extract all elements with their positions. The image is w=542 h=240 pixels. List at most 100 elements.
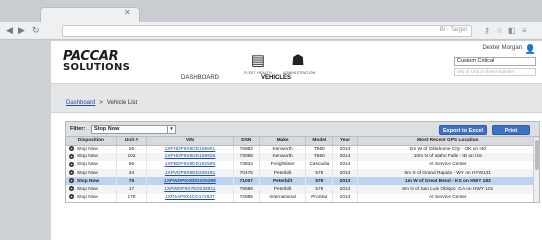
year-cell: 2013	[332, 169, 358, 178]
vin-link[interactable]: 1XPWDP9X7ED236811	[146, 185, 234, 194]
col-header-disposition[interactable]: Disposition	[66, 137, 117, 146]
location-cell: 10m N of Idaho Falls - ID on I15	[357, 153, 540, 162]
make-cell: Freightliner	[259, 161, 307, 170]
logo-line-2: SOLUTIONS	[63, 62, 131, 74]
col-header-vin[interactable]: VIN	[146, 137, 234, 146]
model-cell: ProStar	[305, 193, 334, 202]
col-header-year[interactable]: Year	[332, 137, 358, 146]
vin-link[interactable]: 1XPVDP9X8ED228192	[146, 169, 234, 178]
location-cell: 2m W of Oklahome City - OK on I40	[357, 145, 540, 154]
year-cell: 2013	[332, 177, 358, 186]
forward-arrow-icon[interactable]: ▶	[18, 25, 25, 36]
export-to-excel-button[interactable]: Export to Excel	[439, 125, 487, 135]
disposition-text: Stop Now	[77, 178, 100, 184]
table-row[interactable]: + Stop Now 17 1XPWDP9X7ED236811 79596 Peterbi…	[66, 185, 540, 194]
disposition-cell: + Stop Now	[66, 193, 117, 202]
make-cell: Peterbilt	[259, 169, 307, 178]
model-cell: 579	[305, 177, 334, 186]
vehicle-table: Disposition Unit # VIN DSN Make Model Ye…	[66, 137, 540, 202]
expand-row-icon[interactable]: +	[69, 194, 74, 200]
disposition-cell: + Stop Now	[66, 153, 117, 162]
vin-link[interactable]: 1XPWDP9X8DD205288	[146, 177, 234, 186]
browser-window: ✕ ◀ ▶ ↻ Bi - Target ⚷ ☆ ◧ ≡ PACCAR SOLUT…	[0, 0, 542, 240]
extension-icon[interactable]: ◧	[508, 26, 516, 35]
nav-vehicles[interactable]: VEHICLES	[261, 75, 291, 81]
bookmark-star-icon[interactable]: ☆	[496, 26, 503, 35]
nav-dashboard[interactable]: DASHBOARD	[181, 75, 219, 81]
vehicle-grid: Filter: Stop Now ▾ Export to Excel Print…	[65, 121, 540, 203]
paccar-logo: PACCAR SOLUTIONS	[63, 50, 131, 74]
table-row[interactable]: + Stop Now 102 1XPHDP9X8DD169928 73068 Kenwor…	[66, 153, 540, 162]
dsn-cell: 70476	[233, 169, 260, 178]
filter-select[interactable]: Stop Now ▾	[91, 125, 176, 134]
print-button[interactable]: Print	[492, 125, 530, 135]
model-cell: T660	[305, 153, 334, 162]
col-header-location[interactable]: Most Recent GPS Location	[357, 137, 540, 146]
location-cell: At Service Center	[357, 193, 540, 202]
col-header-model[interactable]: Model	[305, 137, 334, 146]
expand-row-icon[interactable]: +	[69, 185, 74, 191]
user-icon[interactable]: 👤	[525, 44, 536, 55]
dsn-cell: 79596	[233, 185, 260, 194]
fleet-health-icon: ▤	[250, 52, 266, 69]
vin-link[interactable]: 1XP4AP9X4CD172847	[146, 193, 234, 202]
back-arrow-icon[interactable]: ◀	[6, 25, 13, 36]
table-row[interactable]: + Stop Now 26 1XPHDP9X8DD189851 76982 Kenwort…	[66, 145, 540, 154]
col-header-make[interactable]: Make	[259, 137, 307, 146]
vin-search-input[interactable]: VIN or Unit or Event Number	[454, 68, 536, 76]
vin-link[interactable]: 1XPHDP9X8DD169928	[146, 153, 234, 162]
year-cell: 2013	[332, 193, 358, 202]
administration-nav[interactable]: ☗ ADMINISTRATION	[283, 52, 315, 76]
table-row[interactable]: + Stop Now 56 1XPBDP9X8DD192589 73834 Freight…	[66, 161, 540, 170]
key-icon[interactable]: ⚷	[484, 26, 490, 35]
vin-link[interactable]: 1XPBDP9X8DD192589	[146, 161, 234, 170]
disposition-text: Stop Now	[77, 146, 98, 152]
table-scrollbar[interactable]	[533, 138, 539, 202]
disposition-cell: + Stop Now	[66, 177, 117, 186]
year-cell: 2013	[332, 145, 358, 154]
breadcrumb-dashboard[interactable]: Dashboard	[66, 100, 95, 106]
breadcrumb-bar: Dashboard > Vehicle List	[51, 83, 542, 113]
table-row[interactable]: + Stop Now 179 1XP4AP9X4CD172847 72985 Intern…	[66, 193, 540, 202]
location-cell: 8m N of San Luis Obispo -CA on HWY 101	[357, 185, 540, 194]
breadcrumb-current: Vehicle List	[106, 100, 138, 106]
address-bar[interactable]: Bi - Target	[62, 25, 472, 37]
disposition-cell: + Stop Now	[66, 161, 117, 170]
breadcrumb-separator: >	[99, 100, 103, 106]
tab-close-icon[interactable]: ✕	[124, 8, 131, 17]
disposition-text: Stop Now	[77, 154, 98, 160]
expand-row-icon[interactable]: +	[69, 177, 74, 183]
unit-cell: 179	[116, 193, 148, 202]
app-page: PACCAR SOLUTIONS ▤ FLEET HEALTH ☗ ADMINI…	[51, 41, 542, 240]
disposition-text: Stop Now	[77, 194, 98, 200]
table-row[interactable]: + Stop Now 34 1XPVDP9X8ED228192 70476 Peterbi…	[66, 169, 540, 178]
expand-row-icon[interactable]: +	[69, 161, 74, 167]
chevron-down-icon[interactable]: ▾	[167, 126, 175, 133]
location-cell: At Service Center	[357, 161, 540, 170]
menu-icon[interactable]: ≡	[522, 26, 527, 35]
vin-link[interactable]: 1XPHDP9X8DD189851	[146, 145, 234, 154]
dsn-cell: 71007	[233, 177, 260, 186]
col-header-unit[interactable]: Unit #	[116, 137, 148, 146]
table-row[interactable]: + Stop Now 75 1XPWDP9X8DD205288 71007 Peterbi…	[66, 177, 540, 186]
filter-bar: Filter: Stop Now ▾ Export to Excel Print	[66, 122, 539, 137]
year-cell: 2014	[332, 161, 358, 170]
administration-icon: ☗	[291, 52, 305, 69]
disposition-text: Stop Now	[77, 170, 98, 176]
expand-row-icon[interactable]: +	[69, 153, 74, 159]
expand-row-icon[interactable]: +	[69, 169, 74, 175]
col-header-dsn[interactable]: DSN	[233, 137, 260, 146]
address-bar-text: Bi - Target	[439, 27, 467, 33]
make-cell: International	[259, 193, 307, 202]
model-cell: T660	[305, 145, 334, 154]
user-name[interactable]: Dexter Morgan	[482, 45, 522, 51]
year-cell: 2014	[332, 153, 358, 162]
account-select[interactable]: Custom Critical	[454, 57, 536, 66]
table-header-row: Disposition Unit # VIN DSN Make Model Ye…	[66, 137, 540, 146]
reload-icon[interactable]: ↻	[32, 25, 40, 36]
fleet-health-nav[interactable]: ▤ FLEET HEALTH	[243, 52, 273, 76]
filter-label: Filter:	[70, 126, 86, 132]
dsn-cell: 72985	[233, 193, 260, 202]
scrollbar-thumb[interactable]	[535, 140, 539, 170]
expand-row-icon[interactable]: +	[69, 145, 74, 151]
